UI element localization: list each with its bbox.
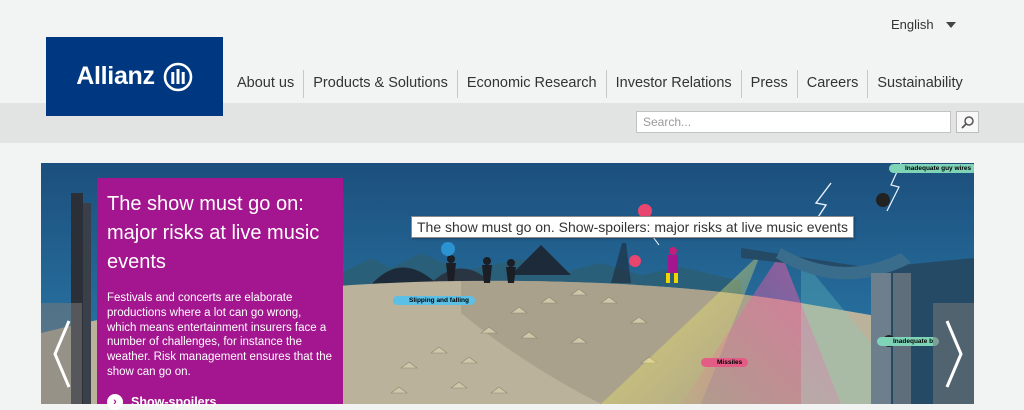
nav-careers[interactable]: Careers <box>796 70 868 98</box>
logo-text: Allianz <box>76 62 155 90</box>
search-icon <box>961 116 974 129</box>
label-guy-wires[interactable]: Inadequate guy wires <box>889 164 974 173</box>
caret-down-icon <box>945 22 956 28</box>
label-slipping[interactable]: Slipping and falling <box>393 296 475 305</box>
allianz-logo[interactable]: Allianz <box>46 37 223 116</box>
search-input[interactable] <box>636 111 951 133</box>
label-missiles[interactable]: Missiles <box>701 358 749 367</box>
carousel-prev-button[interactable] <box>41 303 82 404</box>
chevron-right-icon <box>945 319 963 388</box>
chevron-right-icon: › <box>107 393 123 410</box>
nav-about-us[interactable]: About us <box>228 70 303 98</box>
label-missiles-text: Missiles <box>717 359 743 366</box>
cta-label: Show-spoilers <box>131 394 217 409</box>
allianz-eagle-icon <box>163 62 193 91</box>
label-slipping-text: Slipping and falling <box>409 297 469 304</box>
promo-text: Festivals and concerts are elaborate pro… <box>107 292 333 378</box>
nav-economic-research[interactable]: Economic Research <box>456 70 606 98</box>
promo-title: The show must go on: major risks at live… <box>107 193 320 273</box>
label-inadequate-b[interactable]: Inadequate b <box>877 337 940 346</box>
main-nav: About us Products & Solutions Economic R… <box>228 70 972 98</box>
hero-tooltip: The show must go on. Show-spoilers: majo… <box>411 216 855 238</box>
show-spoilers-link[interactable]: › Show-spoilers <box>107 393 333 410</box>
label-guy-wires-text: Inadequate guy wires <box>905 165 972 172</box>
search-button[interactable] <box>956 111 979 133</box>
nav-investor-relations[interactable]: Investor Relations <box>605 70 741 98</box>
carousel-next-button[interactable] <box>933 303 974 404</box>
language-label: English <box>891 17 934 32</box>
language-selector[interactable]: English <box>891 17 956 32</box>
chevron-left-icon <box>52 319 70 388</box>
promo-panel[interactable]: The show must go on: major risks at live… <box>97 178 343 410</box>
nav-press[interactable]: Press <box>740 70 797 98</box>
nav-sustainability[interactable]: Sustainability <box>867 70 971 98</box>
nav-products-solutions[interactable]: Products & Solutions <box>303 70 457 98</box>
label-inadequate-b-text: Inadequate b <box>893 338 934 345</box>
